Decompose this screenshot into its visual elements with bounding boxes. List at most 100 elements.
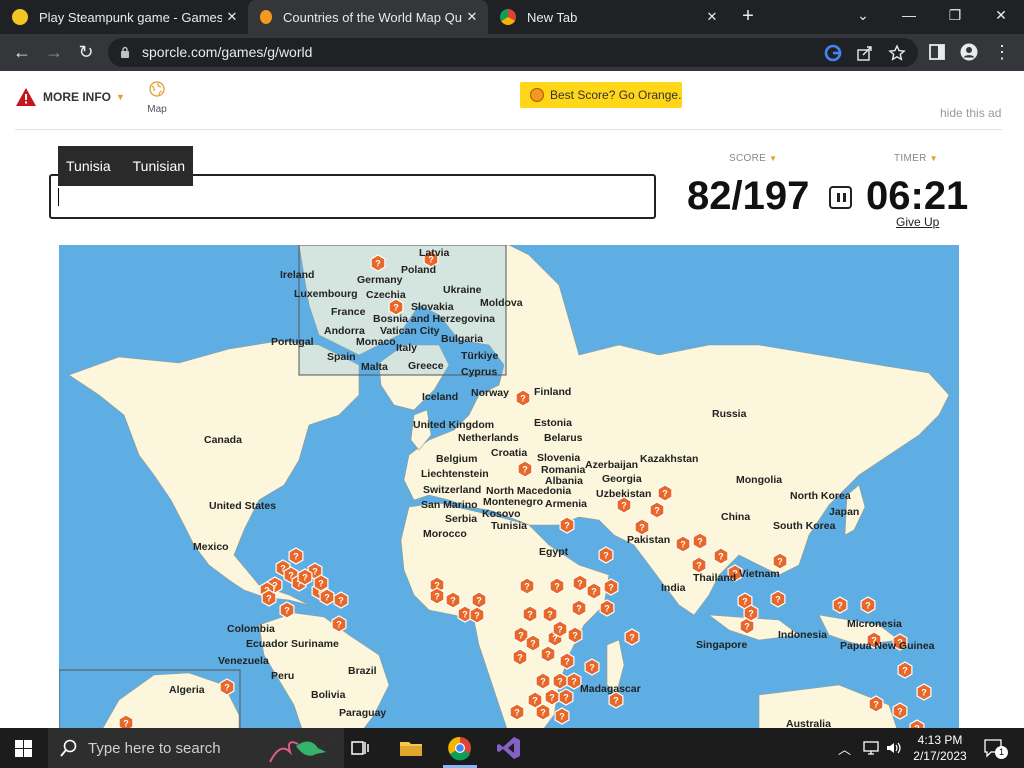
task-view-icon[interactable]	[346, 734, 374, 762]
country-label: Belgium	[436, 453, 478, 465]
show-hidden-icons-chevron-icon[interactable]: ︿	[838, 739, 851, 758]
new-tab-button[interactable]: +	[736, 5, 760, 29]
unanswered-marker-icon: ?	[554, 707, 570, 725]
unanswered-marker-icon: ?	[743, 604, 759, 622]
svg-text:?: ?	[318, 579, 324, 589]
close-tab-icon[interactable]: ✕	[222, 9, 242, 25]
unanswered-marker-icon: ?	[517, 460, 533, 478]
google-lens-icon[interactable]	[824, 44, 842, 62]
unanswered-marker-icon: ?	[512, 648, 528, 666]
country-label: Spain	[327, 351, 356, 363]
svg-text:?: ?	[557, 625, 563, 635]
svg-text:?: ?	[564, 521, 570, 531]
tab-world-quiz[interactable]: Countries of the World Map Quiz ✕	[248, 0, 488, 34]
close-tab-icon[interactable]: ✕	[702, 9, 722, 25]
svg-text:?: ?	[338, 596, 344, 606]
unanswered-marker-icon: ?	[599, 599, 615, 617]
best-score-banner[interactable]: Best Score? Go Orange.	[520, 82, 682, 108]
country-label: Kazakhstan	[640, 453, 699, 465]
country-label: Switzerland	[423, 484, 482, 496]
country-label: Belarus	[544, 432, 583, 444]
unanswered-marker-icon: ?	[772, 552, 788, 570]
country-label: Egypt	[539, 546, 569, 558]
tab-title: New Tab	[527, 9, 578, 25]
profile-avatar-icon[interactable]	[960, 43, 978, 61]
close-tab-icon[interactable]: ✕	[462, 9, 482, 25]
taskbar-search-box[interactable]: Type here to search	[48, 728, 344, 768]
more-info-button[interactable]: MORE INFO ▼	[15, 87, 125, 107]
visual-studio-icon[interactable]	[495, 734, 523, 762]
country-label: Russia	[712, 408, 747, 420]
country-label: Mongolia	[736, 474, 783, 486]
unanswered-marker-icon: ?	[691, 556, 707, 574]
clock-time: 4:13 PM	[917, 733, 963, 747]
tab-steampunk[interactable]: Play Steampunk game - Gamesfl ✕	[0, 0, 248, 34]
sporcle-favicon-icon	[260, 10, 272, 24]
side-panel-icon[interactable]	[928, 43, 946, 61]
chrome-taskbar-icon[interactable]	[446, 734, 474, 762]
tab-search-chevron-icon[interactable]: ⌄	[840, 0, 886, 34]
tab-new-tab[interactable]: New Tab ✕	[488, 0, 728, 34]
unanswered-marker-icon: ?	[549, 577, 565, 595]
unanswered-marker-icon: ?	[519, 577, 535, 595]
country-label: Bulgaria	[441, 333, 484, 345]
svg-text:?: ?	[621, 501, 627, 511]
unanswered-marker-icon: ?	[892, 702, 908, 720]
unanswered-marker-icon: ?	[634, 518, 650, 536]
timer-label: TIMER ▼	[894, 153, 938, 164]
hide-ad-link[interactable]: hide this ad	[940, 106, 1001, 120]
svg-text:?: ?	[603, 551, 609, 561]
world-map[interactable]: ????????????????????????????????????????…	[59, 245, 959, 728]
orange-icon	[530, 88, 544, 102]
give-up-link[interactable]: Give Up	[896, 215, 939, 229]
country-label: Iceland	[422, 391, 459, 403]
unanswered-marker-icon: ?	[566, 672, 582, 690]
windows-start-icon[interactable]	[15, 740, 32, 757]
svg-text:?: ?	[837, 601, 843, 611]
unanswered-marker-icon: ?	[603, 578, 619, 596]
warning-triangle-icon	[16, 88, 36, 106]
svg-text:?: ?	[530, 639, 536, 649]
svg-text:?: ?	[527, 610, 533, 620]
svg-text:?: ?	[474, 611, 480, 621]
svg-text:?: ?	[696, 561, 702, 571]
minimize-button[interactable]: —	[886, 0, 932, 34]
svg-text:?: ?	[639, 523, 645, 533]
country-label: Ecuador	[246, 638, 289, 650]
back-arrow-icon[interactable]: ←	[10, 40, 34, 64]
pause-button[interactable]	[829, 186, 852, 209]
svg-text:?: ?	[571, 677, 577, 687]
bookmark-star-icon[interactable]	[888, 44, 906, 62]
svg-text:?: ?	[564, 657, 570, 667]
kebab-menu-icon[interactable]: ⋮	[990, 40, 1014, 64]
close-window-button[interactable]: ✕	[978, 0, 1024, 34]
network-icon[interactable]	[862, 740, 880, 756]
forward-arrow-icon[interactable]: →	[42, 40, 66, 64]
svg-text:?: ?	[393, 303, 399, 313]
share-icon[interactable]	[856, 44, 874, 62]
svg-text:?: ?	[613, 696, 619, 706]
country-label: Liechtenstein	[421, 468, 489, 480]
unanswered-marker-icon: ?	[219, 678, 235, 696]
country-label: Paraguay	[339, 707, 387, 719]
map-button[interactable]: Map	[142, 81, 172, 115]
country-label: Micronesia	[847, 618, 902, 630]
country-label: Netherlands	[458, 432, 519, 444]
svg-text:?: ?	[224, 683, 230, 693]
sporcle-page: MORE INFO ▼ Map Best Score? Go Orange. h…	[0, 71, 1024, 728]
system-clock[interactable]: 4:13 PM 2/17/2023	[908, 732, 972, 764]
chrome-icon	[500, 9, 516, 25]
unanswered-marker-icon: ?	[261, 589, 277, 607]
svg-text:?: ?	[589, 663, 595, 673]
reload-icon[interactable]: ↻	[74, 40, 98, 64]
svg-text:?: ?	[324, 593, 330, 603]
unanswered-marker-icon: ?	[897, 661, 913, 679]
country-label: Tunisia	[491, 520, 527, 532]
restore-button[interactable]: ❐	[932, 0, 978, 34]
svg-text:?: ?	[518, 631, 524, 641]
svg-text:?: ?	[654, 506, 660, 516]
file-explorer-icon[interactable]	[397, 734, 425, 762]
country-label: Pakistan	[627, 534, 671, 546]
volume-icon[interactable]	[885, 740, 903, 756]
address-bar[interactable]: sporcle.com/games/g/world	[108, 38, 918, 67]
